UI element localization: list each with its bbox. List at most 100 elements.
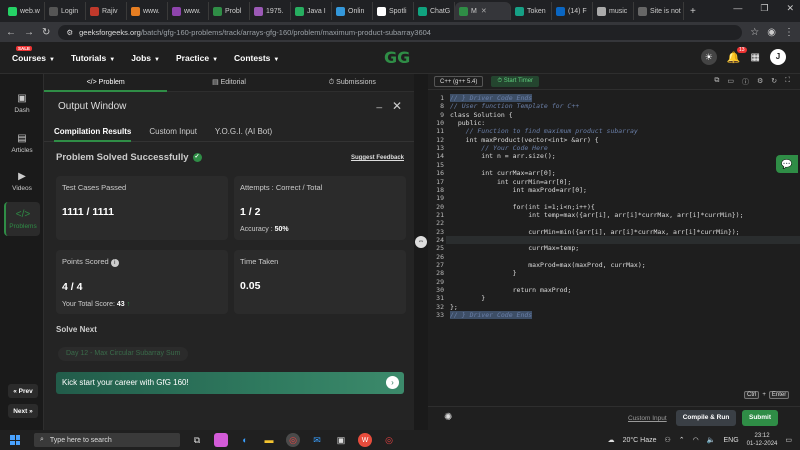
- settings-icon[interactable]: ⚙: [757, 77, 763, 87]
- code-line[interactable]: }: [450, 269, 517, 277]
- copy-icon[interactable]: ⧉: [714, 77, 719, 87]
- code-line[interactable]: }: [450, 294, 485, 302]
- avatar[interactable]: J: [770, 49, 786, 65]
- code-line[interactable]: int temp=max({arr[i], arr[i]*currMax, ar…: [450, 211, 743, 219]
- code-line[interactable]: public:: [450, 119, 485, 127]
- browser-tab[interactable]: Onlin: [332, 2, 373, 20]
- volume-icon[interactable]: 🔈: [707, 436, 716, 444]
- theme-toggle-icon[interactable]: ☀: [700, 49, 717, 65]
- code-line[interactable]: // Function to find maximum product suba…: [450, 127, 638, 135]
- code-line[interactable]: for(int i=1;i<n;i++){: [450, 203, 595, 211]
- code-line[interactable]: int n = arr.size();: [450, 152, 555, 160]
- language-select[interactable]: C++ (g++ 5.4): [434, 76, 484, 87]
- tab-problem[interactable]: </> Problem: [44, 74, 168, 92]
- code-line[interactable]: // } Driver Code Ends: [450, 311, 533, 320]
- edge-icon[interactable]: ◐: [238, 433, 252, 447]
- reload-icon[interactable]: ↻: [42, 27, 50, 38]
- sidebar-item-dash[interactable]: ▣ Dash: [4, 86, 40, 120]
- tab-editorial[interactable]: ▤ Editorial: [167, 74, 290, 92]
- profile-icon[interactable]: ◉: [767, 27, 776, 38]
- new-tab-button[interactable]: +: [690, 6, 696, 17]
- gfg-logo[interactable]: GG: [384, 48, 410, 67]
- browser-tab[interactable]: Java I: [291, 2, 332, 20]
- forward-icon[interactable]: →: [24, 27, 34, 38]
- mail-icon[interactable]: ✉: [310, 433, 324, 447]
- menu-practice[interactable]: Practice ▼: [176, 53, 218, 63]
- menu-contests[interactable]: Contests ▼: [234, 53, 279, 63]
- menu-tutorials[interactable]: Tutorials ▼: [71, 53, 115, 63]
- browser-menu-icon[interactable]: ⋮: [784, 27, 794, 38]
- chrome-icon-2[interactable]: ◎: [382, 433, 396, 447]
- site-info-icon[interactable]: ⚙: [66, 28, 73, 37]
- file-explorer-icon[interactable]: ▬: [262, 433, 276, 447]
- url-field[interactable]: ⚙ geeksforgeeks.org/batch/gfg-160-proble…: [58, 24, 743, 40]
- browser-tab[interactable]: Login: [45, 2, 86, 20]
- code-line[interactable]: currMin=min({arr[i], arr[i]*currMax, arr…: [450, 228, 739, 236]
- maximize-icon[interactable]: ❐: [760, 3, 768, 14]
- code-line[interactable]: int maxProd=arr[0];: [450, 186, 587, 194]
- close-output-icon[interactable]: ✕: [392, 99, 402, 113]
- next-problem-link[interactable]: Day 12 - Max Circular Subarray Sum: [58, 347, 189, 361]
- wps-icon[interactable]: W: [358, 433, 372, 447]
- browser-tab[interactable]: Spotli: [373, 2, 414, 20]
- code-line[interactable]: int currMin=arr[0];: [450, 178, 571, 186]
- chevron-up-icon[interactable]: ⌃: [679, 436, 685, 444]
- sidebar-item-videos[interactable]: ▶ Videos: [4, 164, 40, 198]
- code-line[interactable]: // } Driver Code Ends: [450, 94, 533, 102]
- browser-tab[interactable]: music: [593, 2, 634, 20]
- people-icon[interactable]: ⚇: [665, 436, 671, 444]
- code-line[interactable]: // User function Template for C++: [450, 102, 579, 110]
- chat-icon[interactable]: 💬: [776, 155, 798, 173]
- tab-compilation-results[interactable]: Compilation Results: [54, 122, 132, 142]
- code-line[interactable]: return maxProd;: [450, 286, 572, 294]
- panel-splitter[interactable]: [414, 74, 428, 430]
- store-icon[interactable]: ▣: [334, 433, 348, 447]
- browser-tab[interactable]: ChatG: [414, 2, 455, 20]
- sidebar-item-articles[interactable]: ▤ Articles: [4, 126, 40, 160]
- taskbar-search[interactable]: ⌕ Type here to search: [34, 433, 180, 447]
- code-line[interactable]: int maxProduct(vector<int> &arr) {: [450, 136, 599, 144]
- language-indicator[interactable]: ENG: [724, 437, 739, 444]
- weather-icon[interactable]: ☁: [608, 436, 615, 444]
- browser-tab[interactable]: 1975.: [250, 2, 291, 20]
- paste-icon[interactable]: ▭: [727, 77, 734, 87]
- tab-yogi-ai-bot[interactable]: Y.O.G.I. (AI Bot): [215, 122, 272, 142]
- prev-problem-button[interactable]: « Prev: [8, 384, 38, 398]
- code-editor[interactable]: 1 // } Driver Code Ends 8 // User function …: [428, 90, 800, 406]
- code-line[interactable]: int currMax=arr[0];: [450, 169, 555, 177]
- code-line[interactable]: maxProd=max(maxProd, currMax);: [450, 261, 645, 269]
- browser-tab[interactable]: (14) F: [552, 2, 593, 20]
- close-window-icon[interactable]: ✕: [786, 3, 794, 14]
- task-view-icon[interactable]: ⧉: [190, 433, 204, 447]
- copilot-icon[interactable]: [214, 433, 228, 447]
- clock[interactable]: 23:12 01-12-2024: [747, 432, 778, 448]
- browser-tab[interactable]: Rajiv: [86, 2, 127, 20]
- close-tab-icon[interactable]: ✕: [481, 7, 487, 15]
- windows-start-icon[interactable]: [10, 435, 20, 445]
- browser-tab[interactable]: web.w: [4, 2, 45, 20]
- tab-custom-input[interactable]: Custom Input: [149, 122, 197, 142]
- code-line[interactable]: };: [450, 303, 458, 311]
- browser-tab[interactable]: Site is not: [634, 2, 684, 20]
- custom-input-link[interactable]: Custom Input: [628, 415, 667, 422]
- sidebar-item-problems[interactable]: </> Problems: [4, 202, 40, 236]
- start-timer-button[interactable]: ⏱ Start Timer: [491, 76, 540, 87]
- code-line[interactable]: currMax=temp;: [450, 244, 579, 252]
- lightbulb-icon[interactable]: ✺: [444, 412, 452, 423]
- info-circle-icon[interactable]: ⓘ: [742, 77, 749, 87]
- browser-tab[interactable]: Probl: [209, 2, 250, 20]
- browser-tab[interactable]: Token: [511, 2, 552, 20]
- resize-handle-icon[interactable]: ⇔: [415, 236, 427, 248]
- reset-icon[interactable]: ↻: [771, 77, 777, 87]
- tab-submissions[interactable]: ⏱ Submissions: [291, 74, 414, 92]
- gift-icon[interactable]: ▦: [751, 52, 760, 63]
- browser-tab[interactable]: www.: [168, 2, 209, 20]
- minimize-icon[interactable]: —: [733, 3, 742, 14]
- browser-tab[interactable]: www.: [127, 2, 168, 20]
- chrome-icon[interactable]: ◎: [286, 433, 300, 447]
- notifications-icon[interactable]: ▭: [785, 436, 792, 444]
- info-icon[interactable]: i: [110, 259, 119, 267]
- browser-tab[interactable]: M ✕: [455, 2, 511, 20]
- chevron-right-icon[interactable]: ›: [386, 376, 399, 389]
- gfg160-banner[interactable]: Kick start your career with GfG 160! ›: [56, 372, 404, 394]
